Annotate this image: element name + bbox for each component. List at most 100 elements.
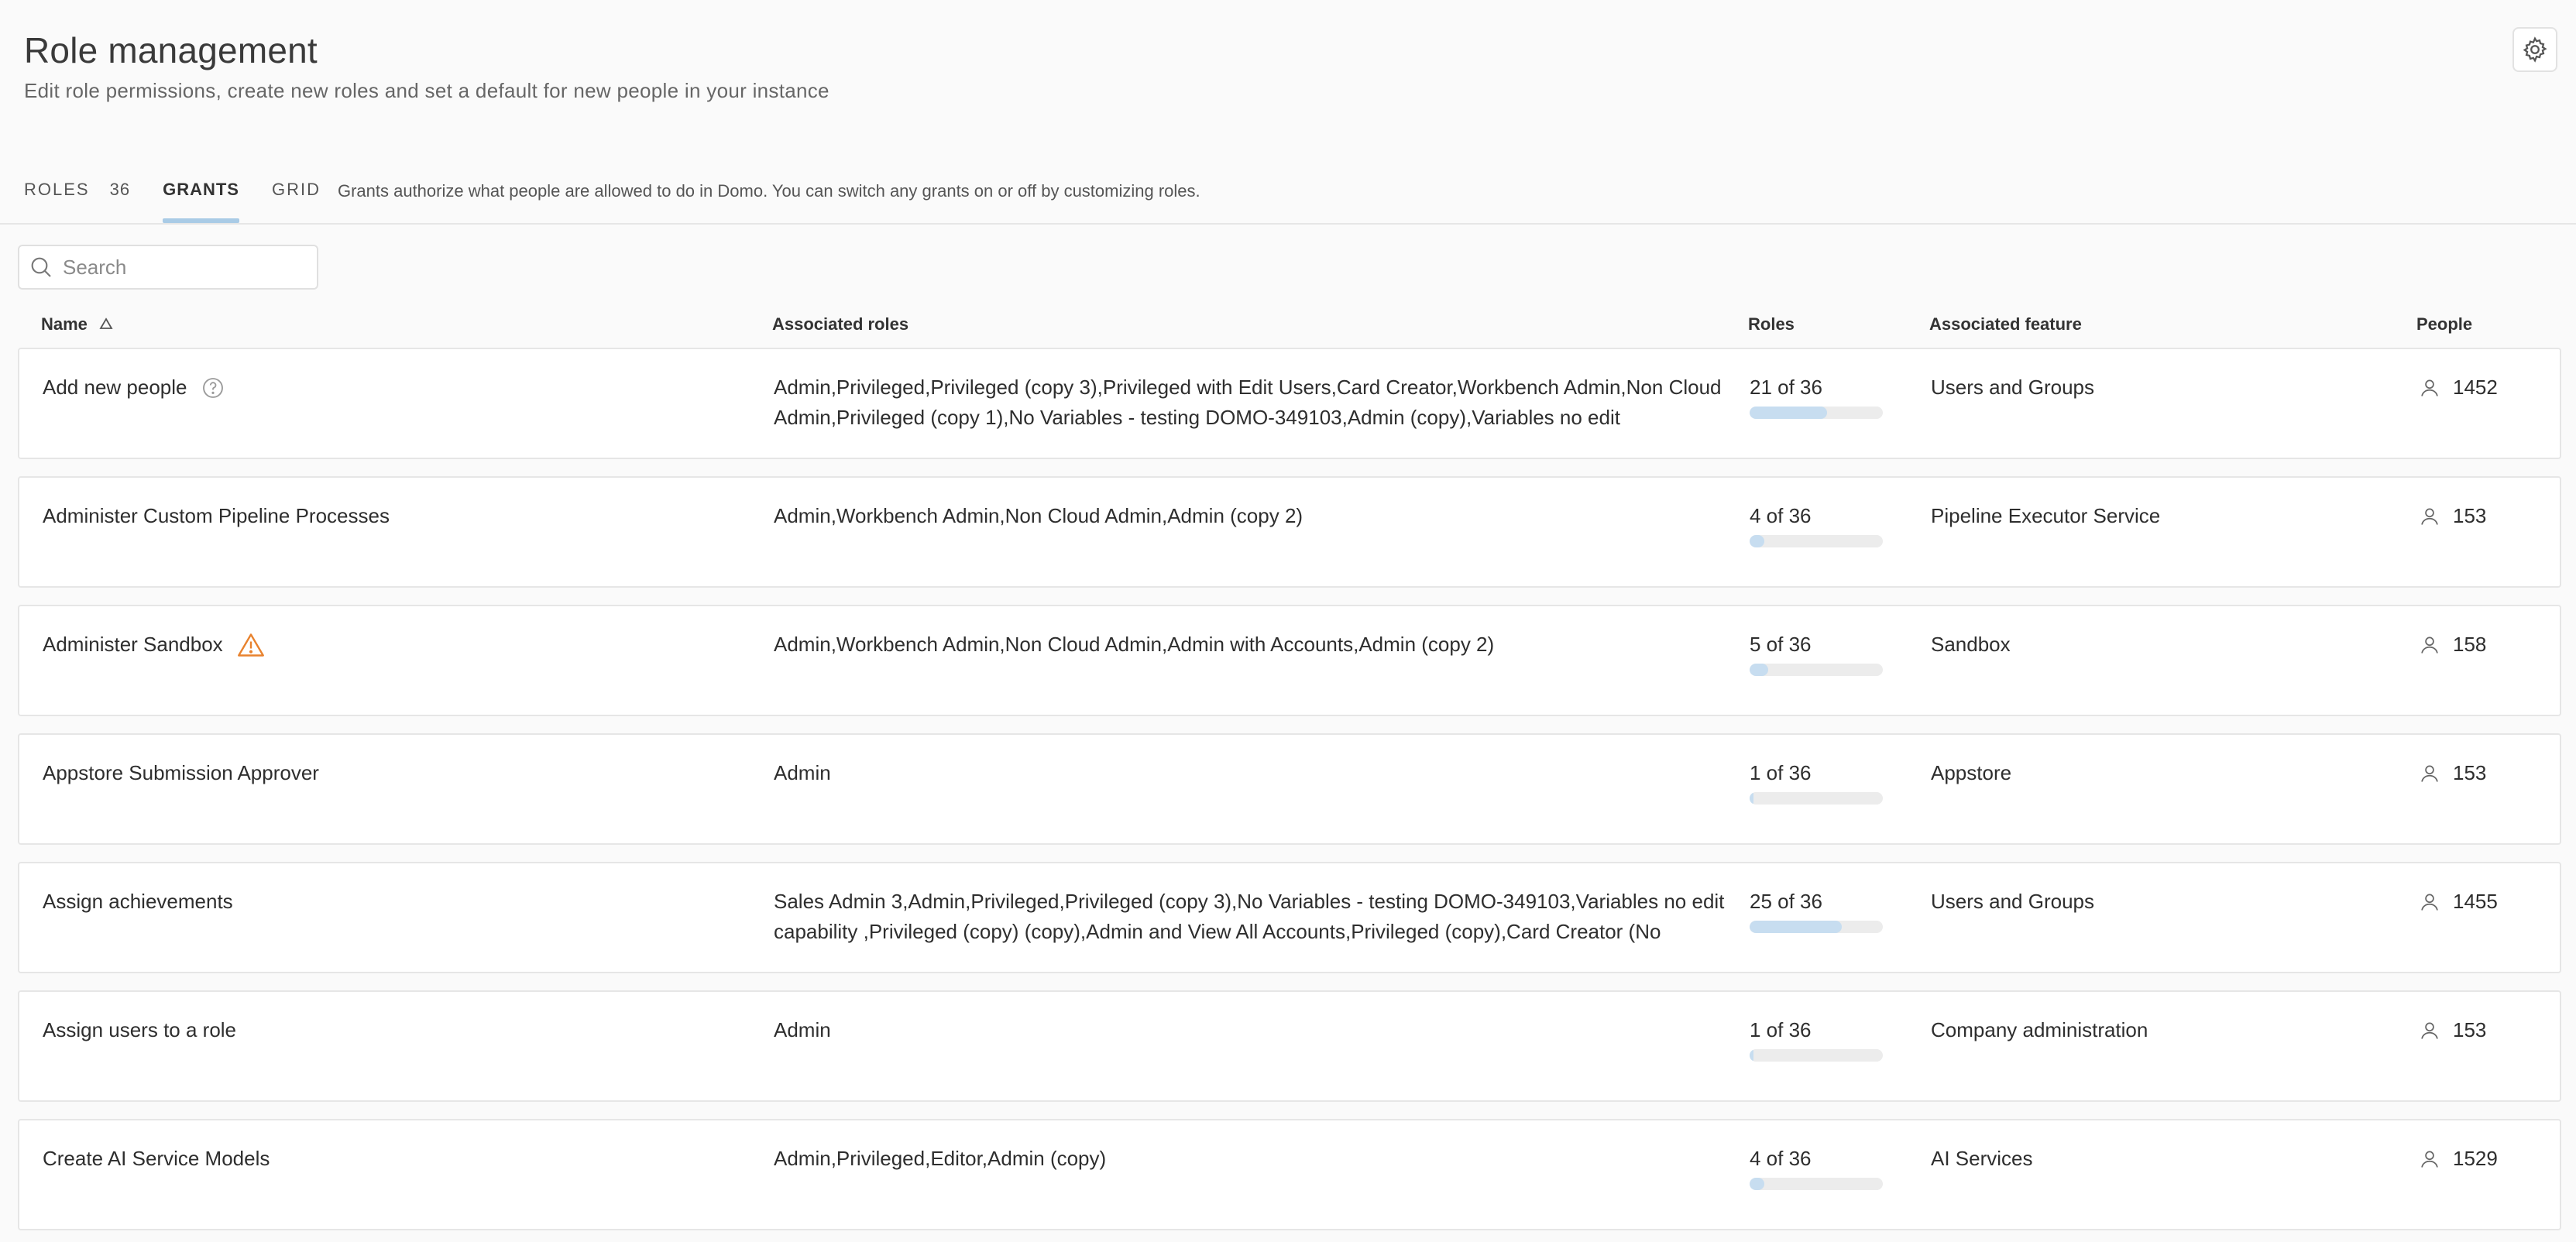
roles-count-cell: 4 of 36 <box>1750 504 1812 527</box>
grant-name: Appstore Submission Approver <box>43 761 319 784</box>
tab-grid[interactable]: GRID <box>272 175 321 223</box>
grant-name-cell: Assign users to a role <box>43 1015 236 1045</box>
associated-roles-cell: Admin <box>774 761 831 784</box>
associated-feature-cell: Sandbox <box>1931 633 2011 656</box>
person-icon <box>2419 1020 2440 1041</box>
associated-roles-cell: Admin,Privileged,Editor,Admin (copy) <box>774 1147 1107 1170</box>
tab-grid-label: GRID <box>271 180 321 199</box>
associated-feature-cell: Pipeline Executor Service <box>1931 504 2161 527</box>
roles-count-cell: 1 of 36 <box>1750 761 1812 784</box>
people-cell: 153 <box>2419 758 2486 788</box>
grant-name-cell: Administer Sandbox <box>43 630 265 660</box>
search-icon <box>31 257 51 277</box>
settings-button[interactable] <box>2512 27 2557 72</box>
roles-progress-fill <box>1750 664 1768 676</box>
associated-roles-cell: Admin,Privileged,Privileged (copy 3),Pri… <box>774 376 1722 429</box>
roles-count-cell: 4 of 36 <box>1750 1147 1812 1170</box>
roles-count-cell: 1 of 36 <box>1750 1018 1812 1041</box>
column-header-associated-feature[interactable]: Associated feature <box>1929 314 2082 335</box>
search-input[interactable] <box>63 255 311 280</box>
roles-count-cell: 21 of 36 <box>1750 376 1822 399</box>
grant-name: Assign users to a role <box>43 1018 237 1041</box>
grant-name-cell: Appstore Submission Approver <box>43 758 319 788</box>
person-icon <box>2419 634 2440 656</box>
column-header-name[interactable]: Name <box>41 314 114 335</box>
column-name-label: Name <box>41 314 88 334</box>
column-header-people[interactable]: People <box>2416 314 2472 335</box>
roles-progress-fill <box>1750 535 1765 547</box>
table-row[interactable]: Appstore Submission Approver Admin 1 of 36… <box>18 733 2561 845</box>
grant-name: Assign achievements <box>43 890 233 913</box>
associated-roles-cell: Sales Admin 3,Admin,Privileged,Privilege… <box>774 890 1725 943</box>
people-count: 153 <box>2453 504 2487 527</box>
people-cell: 153 <box>2419 501 2486 531</box>
roles-count: 36 <box>109 180 131 199</box>
roles-progress-bar <box>1750 407 1883 419</box>
tab-bar: ROLES 36 GRANTS GRID Grants authorize wha… <box>24 175 1200 223</box>
people-count: 1452 <box>2453 376 2498 399</box>
table-row[interactable]: Administer Sandbox Admin,Workbench Admin,… <box>18 605 2561 716</box>
page-subtitle: Edit role permissions, create new roles … <box>24 79 829 102</box>
tab-roles-label: ROLES <box>24 180 90 199</box>
page-title: Role management <box>24 30 318 70</box>
sort-ascending-icon[interactable] <box>98 317 114 331</box>
grant-name: Add new people <box>43 376 187 399</box>
gear-icon <box>2523 36 2547 63</box>
people-cell: 153 <box>2419 1015 2486 1045</box>
help-circle-icon[interactable] <box>201 376 225 400</box>
people-cell: 1455 <box>2419 887 2498 917</box>
roles-progress-fill <box>1750 407 1828 419</box>
person-icon <box>2419 763 2440 784</box>
associated-roles-cell: Admin,Workbench Admin,Non Cloud Admin,Ad… <box>774 504 1303 527</box>
roles-progress-fill <box>1750 1049 1753 1062</box>
people-cell: 158 <box>2419 630 2486 660</box>
roles-count-cell: 25 of 36 <box>1750 890 1822 913</box>
tab-grants-label: GRANTS <box>163 180 239 199</box>
roles-progress-fill <box>1750 921 1843 933</box>
associated-roles-cell: Admin,Workbench Admin,Non Cloud Admin,Ad… <box>774 633 1495 656</box>
page-header: Role management Edit role permissions, c… <box>24 29 829 103</box>
people-count: 153 <box>2453 1018 2487 1041</box>
tab-description: Grants authorize what people are allowed… <box>337 181 1200 201</box>
people-count: 153 <box>2453 761 2487 784</box>
roles-progress-bar <box>1750 1178 1883 1190</box>
table-row[interactable]: Create AI Service Models Admin,Privileged… <box>18 1119 2561 1230</box>
column-header-roles[interactable]: Roles <box>1748 314 1795 335</box>
roles-progress-bar <box>1750 664 1883 676</box>
associated-feature-cell: Company administration <box>1931 1018 2148 1041</box>
table-row[interactable]: Administer Custom Pipeline Processes Admi… <box>18 476 2561 588</box>
column-header-associated-roles[interactable]: Associated roles <box>772 314 908 335</box>
grant-name-cell: Add new people <box>43 372 225 403</box>
people-cell: 1452 <box>2419 372 2498 403</box>
people-count: 1529 <box>2453 1147 2498 1170</box>
roles-count-cell: 5 of 36 <box>1750 633 1812 656</box>
tab-roles[interactable]: ROLES 36 <box>24 175 130 223</box>
people-count: 1455 <box>2453 890 2498 913</box>
person-icon <box>2419 377 2440 399</box>
grant-name: Create AI Service Models <box>43 1147 270 1170</box>
people-cell: 1529 <box>2419 1144 2498 1174</box>
roles-progress-fill <box>1750 792 1753 805</box>
roles-progress-bar <box>1750 535 1883 547</box>
grant-name: Administer Sandbox <box>43 633 223 656</box>
roles-progress-bar <box>1750 921 1883 933</box>
table-row[interactable]: Assign achievements Sales Admin 3,Admin,P… <box>18 862 2561 973</box>
associated-feature-cell: AI Services <box>1931 1147 2033 1170</box>
person-icon <box>2419 1148 2440 1170</box>
tab-grants[interactable]: GRANTS <box>163 175 239 223</box>
grant-name: Administer Custom Pipeline Processes <box>43 504 390 527</box>
table-row[interactable]: Assign users to a role Admin 1 of 36 Compan… <box>18 990 2561 1102</box>
role-management-page: Role management Edit role permissions, c… <box>0 0 2576 1242</box>
grant-name-cell: Administer Custom Pipeline Processes <box>43 501 390 531</box>
roles-progress-bar <box>1750 792 1883 805</box>
people-count: 158 <box>2453 633 2487 656</box>
associated-feature-cell: Users and Groups <box>1931 890 2094 913</box>
table-row[interactable]: Add new people Admin,Privileged,Privilege… <box>18 348 2561 459</box>
tab-divider <box>0 223 2576 225</box>
grant-name-cell: Assign achievements <box>43 887 233 917</box>
search-box[interactable] <box>18 245 318 290</box>
grant-name-cell: Create AI Service Models <box>43 1144 270 1174</box>
associated-feature-cell: Appstore <box>1931 761 2012 784</box>
associated-roles-cell: Admin <box>774 1018 831 1041</box>
roles-progress-fill <box>1750 1178 1765 1190</box>
